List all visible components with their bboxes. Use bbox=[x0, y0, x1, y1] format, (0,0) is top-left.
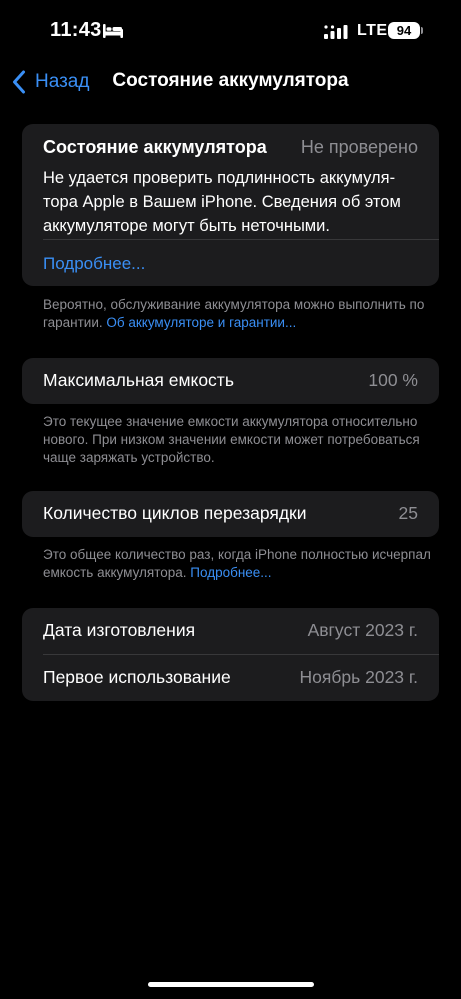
max-capacity-card: Максимальная емкость 100 % bbox=[22, 358, 439, 404]
manufacture-date-row: Дата изготовления Август 2023 г. bbox=[22, 608, 439, 654]
first-use-value: Ноябрь 2023 г. bbox=[299, 667, 418, 687]
warranty-footnote: Вероятно, обслуживание аккумулятора можн… bbox=[43, 296, 433, 332]
home-indicator[interactable] bbox=[148, 982, 314, 987]
first-use-row: Первое использование Ноябрь 2023 г. bbox=[22, 655, 439, 701]
max-capacity-value: 100 % bbox=[368, 370, 418, 390]
cycle-count-value: 25 bbox=[398, 503, 418, 523]
capacity-footnote: Это текущее значение емкости аккумулятор… bbox=[43, 414, 420, 465]
first-use-label: Первое использование bbox=[43, 667, 231, 687]
cycles-footnote: Это общее количество раз, когда iPhone п… bbox=[43, 546, 433, 582]
status-time: 11:43 bbox=[50, 19, 102, 41]
cycle-count-row: Количество циклов перезарядки 25 bbox=[22, 491, 439, 537]
battery-nub bbox=[421, 27, 423, 34]
warranty-link[interactable]: Об аккумуляторе и гарантии... bbox=[106, 315, 296, 330]
cycle-count-card: Количество циклов перезарядки 25 bbox=[22, 491, 439, 537]
authenticity-warning: Не удается проверить подлинность аккумул… bbox=[43, 169, 401, 235]
cycle-count-label: Количество циклов перезарядки bbox=[43, 503, 307, 523]
manufacture-date-label: Дата изготовления bbox=[43, 620, 196, 640]
health-title: Состояние аккумулятора bbox=[43, 137, 267, 157]
manufacture-date-value: Август 2023 г. bbox=[307, 620, 418, 640]
bed-icon bbox=[103, 24, 123, 38]
max-capacity-row: Максимальная емкость 100 % bbox=[22, 358, 439, 404]
cycles-more-link[interactable]: Подробнее... bbox=[190, 565, 271, 580]
dates-card: Дата изготовления Август 2023 г. Первое … bbox=[22, 608, 439, 701]
battery-health-card: Состояние аккумулятора Не проверено Не у… bbox=[22, 124, 439, 286]
status-bar: 11:43 LTE 94 bbox=[0, 0, 461, 62]
max-capacity-label: Максимальная емкость bbox=[43, 370, 234, 390]
network-label: LTE bbox=[357, 22, 388, 39]
health-status: Не проверено bbox=[300, 137, 418, 157]
signal-icon bbox=[324, 25, 348, 39]
page-title: Состояние аккумулятора bbox=[112, 70, 349, 91]
battery-icon: 94 bbox=[388, 22, 420, 39]
more-info-link[interactable]: Подробнее... bbox=[43, 254, 145, 274]
health-header: Состояние аккумулятора Не проверено bbox=[43, 137, 418, 161]
health-divider bbox=[43, 239, 439, 240]
